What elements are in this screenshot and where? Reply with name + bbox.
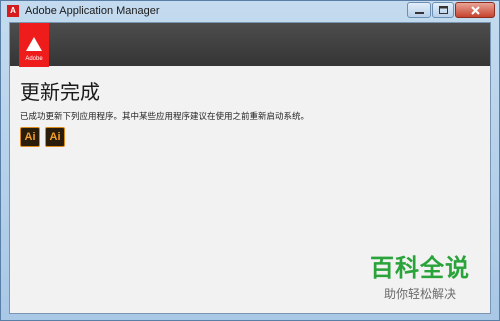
app-icon-label: Ai <box>49 131 61 143</box>
window-title: Adobe Application Manager <box>25 5 160 17</box>
updated-apps-list: Ai Ai <box>20 127 70 147</box>
minimize-button[interactable] <box>407 2 431 18</box>
app-icon-label: Ai <box>24 131 36 143</box>
app-icon-letter: A <box>10 6 16 15</box>
maximize-button[interactable] <box>432 2 454 18</box>
adobe-logo: Adobe <box>19 23 49 67</box>
close-icon <box>470 5 480 15</box>
minimize-icon <box>414 11 424 14</box>
maximize-icon <box>438 6 448 14</box>
watermark: 百科全说 助你轻松解决 <box>365 248 475 302</box>
title-bar[interactable]: A Adobe Application Manager <box>1 1 499 21</box>
close-button[interactable] <box>455 2 495 18</box>
watermark-tagline: 助你轻松解决 <box>383 287 456 301</box>
header-band: Adobe <box>10 23 490 67</box>
adobe-logo-icon <box>26 37 42 51</box>
illustrator-icon: Ai <box>45 127 65 147</box>
update-message: 已成功更新下列应用程序。其中某些应用程序建议在使用之前重新启动系统。 <box>20 112 310 122</box>
page-title: 更新完成 <box>20 80 100 104</box>
illustrator-icon: Ai <box>20 127 40 147</box>
watermark-brand: 百科全说 <box>370 254 470 282</box>
window-controls <box>406 2 495 18</box>
app-content: Adobe 更新完成 已成功更新下列应用程序。其中某些应用程序建议在使用之前重新… <box>9 22 491 314</box>
adobe-app-icon: A <box>7 5 19 17</box>
adobe-logo-text: Adobe <box>25 56 43 62</box>
app-window: A Adobe Application Manager Adobe 更新完成 已… <box>0 0 500 321</box>
